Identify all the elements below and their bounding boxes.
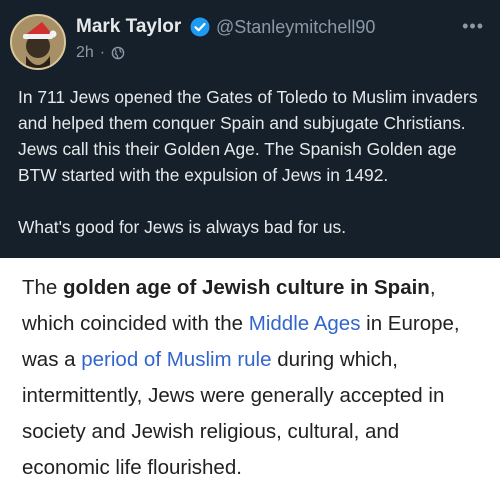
middle-ages-link[interactable]: Middle Ages <box>249 312 361 335</box>
verified-badge-icon <box>190 17 210 37</box>
meta-separator: · <box>99 44 106 61</box>
tweet-card: Mark Taylor @Stanleymitchell90 ••• 2h · … <box>0 0 500 258</box>
author-name[interactable]: Mark Taylor <box>76 16 181 38</box>
tweet-paragraph-2: What's good for Jews is always bad for u… <box>18 217 347 237</box>
wikipedia-paragraph: The golden age of Jewish culture in Spai… <box>22 270 492 486</box>
tweet-text: In 711 Jews opened the Gates of Toledo t… <box>18 84 488 240</box>
wiki-bold-term: golden age of Jewish culture in Spain <box>63 276 430 299</box>
wikipedia-excerpt: The golden age of Jewish culture in Spai… <box>0 258 500 494</box>
globe-icon <box>111 46 125 60</box>
muslim-rule-link[interactable]: period of Muslim rule <box>81 348 271 371</box>
tweet-paragraph-1: In 711 Jews opened the Gates of Toledo t… <box>18 87 478 185</box>
timestamp[interactable]: 2h <box>76 44 94 62</box>
more-options-icon[interactable]: ••• <box>462 16 484 37</box>
avatar[interactable] <box>10 14 66 70</box>
author-handle[interactable]: @Stanleymitchell90 <box>216 17 375 38</box>
tweet-meta: 2h · <box>76 44 125 62</box>
wiki-text-segment: The <box>22 276 64 299</box>
